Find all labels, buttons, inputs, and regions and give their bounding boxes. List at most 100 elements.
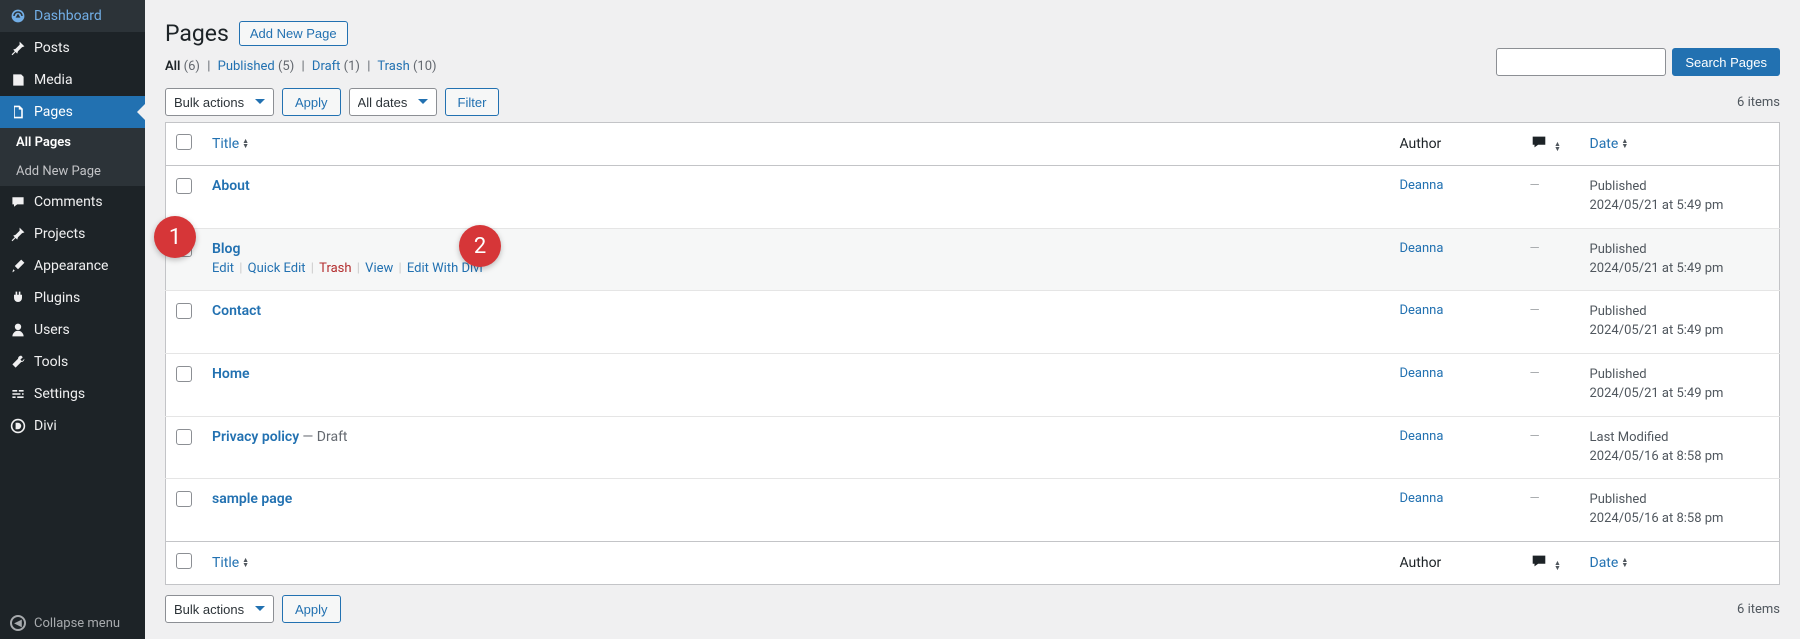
sidebar-subitem-all-pages[interactable]: All Pages: [0, 128, 145, 157]
filter-draft[interactable]: Draft: [312, 59, 341, 74]
sidebar-label: Comments: [34, 194, 103, 210]
sort-icon: ▲▼: [1554, 142, 1561, 152]
sidebar-subitem-add-new[interactable]: Add New Page: [0, 157, 145, 186]
sort-icon: ▲▼: [242, 558, 249, 568]
sidebar-label: Plugins: [34, 290, 80, 306]
column-title-bottom[interactable]: Title▲▼: [202, 542, 1390, 585]
main-content: Pages Add New Page All (6) | Published (…: [145, 0, 1800, 639]
author-link[interactable]: Deanna: [1400, 241, 1444, 256]
page-title-link[interactable]: Home: [212, 366, 250, 382]
row-checkbox[interactable]: [176, 491, 192, 507]
sidebar-item-comments[interactable]: Comments: [0, 186, 145, 218]
items-count-top: 6 items: [1737, 95, 1780, 110]
filter-trash-count: (10): [413, 59, 437, 74]
date-cell: Published2024/05/16 at 8:58 pm: [1580, 479, 1780, 542]
row-action-quick-edit[interactable]: Quick Edit: [248, 261, 306, 276]
page-title-link[interactable]: Blog: [212, 241, 240, 257]
bulk-actions-select-bottom[interactable]: Bulk actions: [165, 595, 274, 623]
row-checkbox[interactable]: [176, 303, 192, 319]
search-pages-input[interactable]: [1496, 48, 1666, 76]
tablenav-top: Bulk actions Apply All dates Filter: [165, 88, 1780, 116]
apply-bulk-button[interactable]: Apply: [282, 88, 341, 116]
sidebar-label: Dashboard: [34, 8, 102, 24]
comment-icon: [1530, 133, 1548, 151]
sort-icon: ▲▼: [242, 139, 249, 149]
separator: |: [363, 59, 374, 74]
comment-icon: [10, 194, 26, 210]
divi-icon: [10, 418, 26, 434]
sidebar-item-tools[interactable]: Tools: [0, 346, 145, 378]
table-row: About Deanna — Published2024/05/21 at 5:…: [166, 166, 1780, 229]
select-all-checkbox[interactable]: [176, 134, 192, 150]
row-action-edit[interactable]: Edit: [212, 261, 234, 276]
filter-all[interactable]: All: [165, 59, 180, 74]
no-comments: —: [1530, 366, 1540, 381]
column-comments[interactable]: ▲▼: [1520, 123, 1580, 166]
sidebar-label: Media: [34, 72, 73, 88]
page-title-link[interactable]: Contact: [212, 303, 261, 319]
collapse-menu[interactable]: ◀ Collapse menu: [0, 607, 145, 639]
pin-icon: [10, 226, 26, 242]
date-filter-select[interactable]: All dates: [349, 88, 437, 116]
sidebar-label: Appearance: [34, 258, 108, 274]
filter-button[interactable]: Filter: [445, 88, 500, 116]
sidebar-item-pages[interactable]: Pages: [0, 96, 145, 128]
author-link[interactable]: Deanna: [1400, 303, 1444, 318]
sidebar-item-plugins[interactable]: Plugins: [0, 282, 145, 314]
no-comments: —: [1530, 303, 1540, 318]
sidebar-item-users[interactable]: Users: [0, 314, 145, 346]
sidebar-item-projects[interactable]: Projects: [0, 218, 145, 250]
media-icon: [10, 72, 26, 88]
sidebar-item-divi[interactable]: Divi: [0, 410, 145, 442]
sliders-icon: [10, 386, 26, 402]
sidebar-item-appearance[interactable]: Appearance: [0, 250, 145, 282]
add-new-page-button[interactable]: Add New Page: [239, 21, 348, 46]
page-title-link[interactable]: sample page: [212, 491, 292, 507]
sidebar-item-settings[interactable]: Settings: [0, 378, 145, 410]
author-link[interactable]: Deanna: [1400, 429, 1444, 444]
author-link[interactable]: Deanna: [1400, 366, 1444, 381]
table-row: Home Deanna — Published2024/05/21 at 5:4…: [166, 354, 1780, 417]
apply-bulk-button-bottom[interactable]: Apply: [282, 595, 341, 623]
row-checkbox[interactable]: [176, 366, 192, 382]
admin-sidebar: Dashboard Posts Media Pages All Pages Ad…: [0, 0, 145, 639]
column-title[interactable]: Title▲▼: [202, 123, 1390, 166]
sidebar-item-media[interactable]: Media: [0, 64, 145, 96]
row-action-trash[interactable]: Trash: [319, 261, 351, 276]
page-title-link[interactable]: About: [212, 178, 250, 194]
sidebar-label: Projects: [34, 226, 85, 242]
filter-published[interactable]: Published: [218, 59, 275, 74]
select-all-checkbox-bottom[interactable]: [176, 553, 192, 569]
author-link[interactable]: Deanna: [1400, 491, 1444, 506]
table-row: Contact Deanna — Published2024/05/21 at …: [166, 291, 1780, 354]
sidebar-label: Settings: [34, 386, 85, 402]
bulk-actions-select[interactable]: Bulk actions: [165, 88, 274, 116]
sort-icon: ▲▼: [1621, 139, 1628, 149]
sidebar-label: Divi: [34, 418, 57, 434]
items-count-bottom: 6 items: [1737, 602, 1780, 617]
pages-table: Title▲▼ Author ▲▼ Date▲▼ About Deanna — …: [165, 122, 1780, 585]
callout-badge-2: 2: [459, 225, 501, 267]
filter-trash[interactable]: Trash: [377, 59, 409, 74]
sidebar-label: Users: [34, 322, 70, 338]
column-comments-bottom[interactable]: ▲▼: [1520, 542, 1580, 585]
sidebar-item-dashboard[interactable]: Dashboard: [0, 0, 145, 32]
comment-icon: [1530, 552, 1548, 570]
table-row: sample page Deanna — Published2024/05/16…: [166, 479, 1780, 542]
tablenav-bottom: Bulk actions Apply 6 items: [165, 595, 1780, 623]
search-pages-button[interactable]: Search Pages: [1672, 48, 1780, 76]
column-date-bottom[interactable]: Date▲▼: [1580, 542, 1780, 585]
author-link[interactable]: Deanna: [1400, 178, 1444, 193]
row-action-view[interactable]: View: [365, 261, 393, 276]
page-title-link[interactable]: Privacy policy: [212, 429, 299, 445]
no-comments: —: [1530, 429, 1540, 444]
pages-icon: [10, 104, 26, 120]
date-cell: Published2024/05/21 at 5:49 pm: [1580, 291, 1780, 354]
row-checkbox[interactable]: [176, 178, 192, 194]
sort-icon: ▲▼: [1621, 558, 1628, 568]
sidebar-label: Tools: [34, 354, 68, 370]
column-date[interactable]: Date▲▼: [1580, 123, 1780, 166]
row-checkbox[interactable]: [176, 429, 192, 445]
sidebar-item-posts[interactable]: Posts: [0, 32, 145, 64]
date-cell: Last Modified2024/05/16 at 8:58 pm: [1580, 416, 1780, 479]
